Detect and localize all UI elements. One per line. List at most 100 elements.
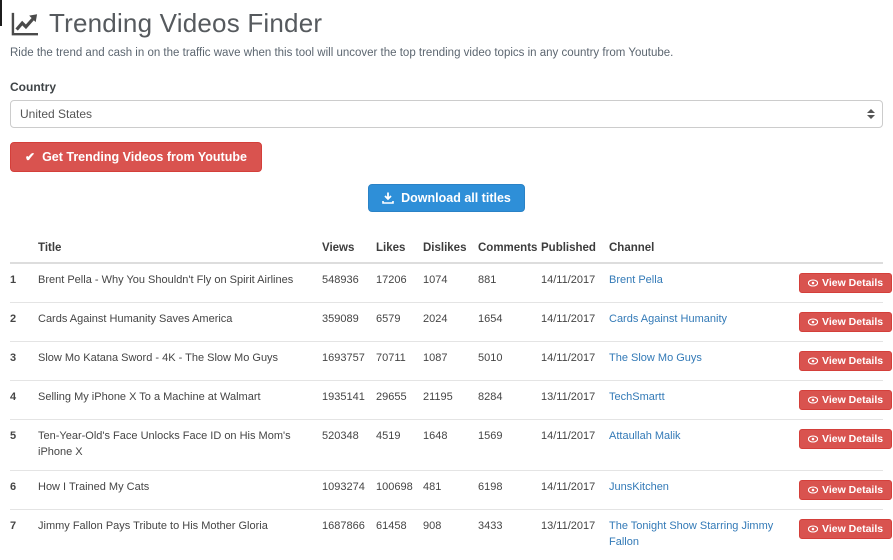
table-header-row: Title Views Likes Dislikes Comments Publ… — [10, 234, 883, 263]
page-header: Trending Videos Finder — [10, 8, 883, 39]
view-details-label: View Details — [822, 394, 883, 406]
video-title: How I Trained My Cats — [38, 470, 322, 509]
view-details-button[interactable]: View Details — [799, 519, 892, 539]
published-cell: 14/11/2017 — [541, 342, 609, 381]
channel-link[interactable]: Attaullah Malik — [609, 430, 681, 442]
table-row: 4 Selling My iPhone X To a Machine at Wa… — [10, 381, 883, 420]
likes-cell: 4519 — [376, 420, 423, 471]
channel-link[interactable]: Cards Against Humanity — [609, 313, 727, 325]
view-details-button[interactable]: View Details — [799, 390, 892, 410]
channel-link[interactable]: TechSmartt — [609, 391, 665, 403]
dislikes-cell: 21195 — [423, 381, 478, 420]
table-row: 2 Cards Against Humanity Saves America 3… — [10, 303, 883, 342]
dislikes-cell: 908 — [423, 509, 478, 559]
country-form-group: Country United States — [10, 80, 883, 128]
video-title: Cards Against Humanity Saves America — [38, 303, 322, 342]
comments-cell: 5010 — [478, 342, 541, 381]
dislikes-cell: 1648 — [423, 420, 478, 471]
trending-videos-finder-page: Trending Videos Finder Ride the trend an… — [0, 0, 893, 560]
view-details-label: View Details — [822, 277, 883, 289]
trending-videos-table: Title Views Likes Dislikes Comments Publ… — [10, 234, 883, 560]
view-details-button[interactable]: View Details — [799, 429, 892, 449]
details-header — [799, 234, 883, 263]
views-cell: 548936 — [322, 263, 376, 303]
page-subtitle: Ride the trend and cash in on the traffi… — [10, 47, 883, 59]
row-rank: 4 — [10, 381, 38, 420]
line-chart-icon — [10, 11, 40, 37]
comments-cell: 6198 — [478, 470, 541, 509]
download-icon — [382, 192, 394, 204]
channel-link[interactable]: The Slow Mo Guys — [609, 352, 702, 364]
screenshot-edge-artifact — [0, 0, 2, 26]
published-cell: 13/11/2017 — [541, 381, 609, 420]
table-row: 5 Ten-Year-Old's Face Unlocks Face ID on… — [10, 420, 883, 471]
views-cell: 1093274 — [322, 470, 376, 509]
country-label: Country — [10, 80, 883, 94]
get-trending-videos-label: Get Trending Videos from Youtube — [42, 150, 247, 164]
eye-icon — [808, 486, 818, 494]
view-details-button[interactable]: View Details — [799, 480, 892, 500]
video-title: Jimmy Fallon Pays Tribute to His Mother … — [38, 509, 322, 559]
channel-link[interactable]: The Tonight Show Starring Jimmy Fallon — [609, 520, 773, 548]
likes-cell: 6579 — [376, 303, 423, 342]
published-header: Published — [541, 234, 609, 263]
published-cell: 14/11/2017 — [541, 420, 609, 471]
likes-cell: 100698 — [376, 470, 423, 509]
dislikes-cell: 1074 — [423, 263, 478, 303]
eye-icon — [808, 318, 818, 326]
view-details-button[interactable]: View Details — [799, 312, 892, 332]
channel-link[interactable]: JunsKitchen — [609, 481, 669, 493]
video-title: Slow Mo Katana Sword - 4K - The Slow Mo … — [38, 342, 322, 381]
views-cell: 520348 — [322, 420, 376, 471]
comments-cell: 8284 — [478, 381, 541, 420]
row-rank: 6 — [10, 470, 38, 509]
rank-header — [10, 234, 38, 263]
eye-icon — [808, 279, 818, 287]
view-details-label: View Details — [822, 316, 883, 328]
views-cell: 1693757 — [322, 342, 376, 381]
published-cell: 14/11/2017 — [541, 470, 609, 509]
row-rank: 5 — [10, 420, 38, 471]
dislikes-cell: 2024 — [423, 303, 478, 342]
table-row: 6 How I Trained My Cats 1093274 100698 4… — [10, 470, 883, 509]
eye-icon — [808, 396, 818, 404]
likes-cell: 17206 — [376, 263, 423, 303]
row-rank: 3 — [10, 342, 38, 381]
country-select[interactable]: United States — [10, 100, 883, 128]
view-details-label: View Details — [822, 355, 883, 367]
comments-cell: 881 — [478, 263, 541, 303]
published-cell: 13/11/2017 — [541, 509, 609, 559]
table-row: 3 Slow Mo Katana Sword - 4K - The Slow M… — [10, 342, 883, 381]
download-row: Download all titles — [10, 184, 883, 212]
comments-cell: 1569 — [478, 420, 541, 471]
dislikes-cell: 481 — [423, 470, 478, 509]
dislikes-header: Dislikes — [423, 234, 478, 263]
views-cell: 1687866 — [322, 509, 376, 559]
views-cell: 1935141 — [322, 381, 376, 420]
comments-header: Comments — [478, 234, 541, 263]
channel-header: Channel — [609, 234, 799, 263]
views-header: Views — [322, 234, 376, 263]
eye-icon — [808, 525, 818, 533]
download-all-titles-button[interactable]: Download all titles — [368, 184, 525, 212]
channel-link[interactable]: Brent Pella — [609, 274, 663, 286]
view-details-label: View Details — [822, 523, 883, 535]
comments-cell: 3433 — [478, 509, 541, 559]
view-details-label: View Details — [822, 433, 883, 445]
view-details-button[interactable]: View Details — [799, 351, 892, 371]
row-rank: 7 — [10, 509, 38, 559]
video-title: Ten-Year-Old's Face Unlocks Face ID on H… — [38, 420, 322, 471]
table-row: 1 Brent Pella - Why You Shouldn't Fly on… — [10, 263, 883, 303]
view-details-button[interactable]: View Details — [799, 273, 892, 293]
title-header: Title — [38, 234, 322, 263]
row-rank: 2 — [10, 303, 38, 342]
eye-icon — [808, 435, 818, 443]
likes-cell: 70711 — [376, 342, 423, 381]
published-cell: 14/11/2017 — [541, 263, 609, 303]
likes-header: Likes — [376, 234, 423, 263]
likes-cell: 61458 — [376, 509, 423, 559]
eye-icon — [808, 357, 818, 365]
get-trending-videos-button[interactable]: ✔ Get Trending Videos from Youtube — [10, 142, 262, 172]
page-title: Trending Videos Finder — [49, 8, 322, 39]
likes-cell: 29655 — [376, 381, 423, 420]
